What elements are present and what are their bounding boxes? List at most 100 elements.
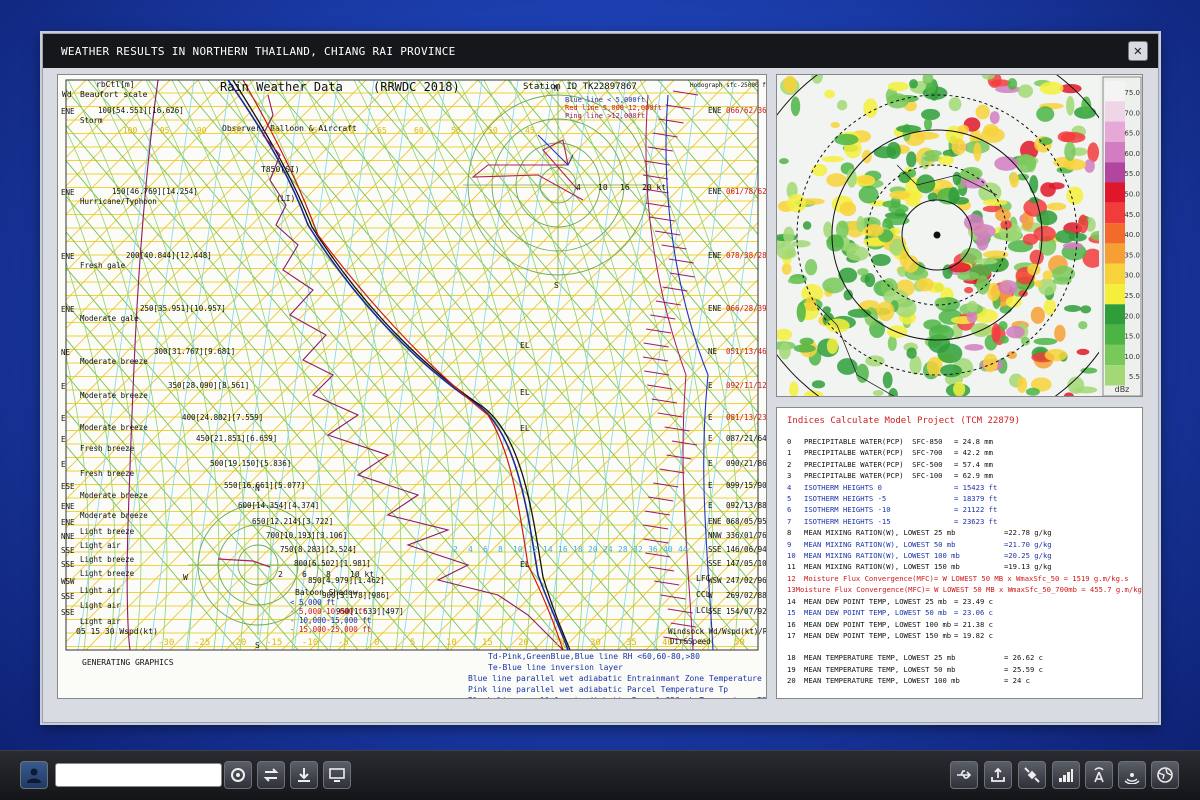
- temp-tick-bottom: -25: [194, 638, 210, 648]
- hodograph-n: N: [554, 84, 559, 93]
- scale-value: 75.0: [1124, 89, 1140, 97]
- radar-echo: [856, 215, 865, 233]
- radar-echo: [1017, 84, 1034, 98]
- indices-panel: Indices Calculate Model Project (TCM 228…: [776, 407, 1143, 699]
- scale-swatch: [1105, 182, 1125, 203]
- radar-echo: [1029, 249, 1044, 265]
- mixing-ratio-tick: 14: [543, 545, 553, 554]
- radar-echo: [790, 96, 801, 117]
- signal-bars-icon: [1059, 769, 1073, 782]
- target-button[interactable]: [224, 761, 252, 789]
- index-row: 14 MEAN DEW POINT TEMP, LOWEST 25 mb = 23.…: [787, 596, 1132, 607]
- shadow-legend: < 5,000 ft: [290, 598, 335, 607]
- usb-button[interactable]: [950, 761, 978, 789]
- sounding-marker: T850(SI): [261, 165, 300, 174]
- globe-button[interactable]: [1151, 761, 1179, 789]
- index-label: MEAN DEW POINT TEMP, LOWEST 25 mb: [804, 596, 947, 606]
- wind-direction-right: ENE: [708, 517, 722, 526]
- wind-barb: [655, 300, 681, 306]
- radar-echo: [1006, 325, 1025, 339]
- wind-value: 061/78/62: [726, 187, 767, 196]
- radar-echo: [973, 142, 982, 162]
- scale-swatch: [1105, 141, 1125, 163]
- wind-value: 090/21/86: [726, 459, 767, 468]
- radar-echo: [923, 117, 933, 131]
- pressure-level: 450[21.851][6.659]: [196, 434, 277, 443]
- radar-echo: [1066, 95, 1075, 116]
- beaufort-level: Moderate breeze: [80, 491, 148, 500]
- scale-swatch: [1105, 81, 1125, 102]
- index-row: 0 PRECIPITABLE WATER(PCP) SFC-850 = 24.8 m…: [787, 436, 1132, 447]
- radar-echo: [974, 258, 998, 265]
- wind-value: 066/28/39: [726, 304, 767, 313]
- radar-echo: [839, 201, 857, 217]
- user-button[interactable]: [20, 761, 48, 789]
- wind-direction-right: ENE: [708, 251, 722, 260]
- index-label: ISOTHERM HEIGHTS -10: [804, 505, 891, 515]
- wind-direction-left: SSE: [61, 608, 75, 617]
- main-window: WEATHER RESULTS IN NORTHERN THAILAND, CH…: [42, 33, 1159, 723]
- radar-echo: [1007, 78, 1018, 90]
- sounding-marker: EL: [520, 424, 530, 433]
- radar-echo: [791, 240, 811, 248]
- usb-icon: [957, 770, 972, 779]
- screen-button[interactable]: [323, 761, 351, 789]
- wind-direction-left: SSE: [61, 560, 75, 569]
- radar-echo: [823, 221, 833, 238]
- scale-swatch: [1105, 243, 1125, 264]
- radar-echo: [783, 75, 797, 94]
- close-button[interactable]: ✕: [1128, 41, 1148, 61]
- sounding-marker: (LI): [276, 194, 295, 203]
- mixing-ratio-tick: 32: [633, 545, 643, 554]
- search-input[interactable]: [55, 763, 222, 787]
- radar-echo: [796, 302, 806, 323]
- download-button[interactable]: [290, 761, 318, 789]
- radar-echo: [811, 380, 826, 389]
- satellite-button[interactable]: [1018, 761, 1046, 789]
- radar-echo: [951, 138, 966, 156]
- radar-echo: [940, 364, 963, 378]
- scale-value: 60.0: [1124, 150, 1140, 158]
- scale-value: 50.0: [1124, 191, 1140, 199]
- radar-echo: [982, 199, 1008, 206]
- temp-tick-bottom: 15: [482, 638, 493, 648]
- transfer-button[interactable]: [257, 761, 285, 789]
- index-value: =21.70 g/kg: [1004, 539, 1052, 549]
- wind-value: 081/13/23: [726, 413, 767, 422]
- wind-direction-right: ENE: [708, 187, 722, 196]
- wind-value: 147/05/100: [726, 559, 767, 568]
- scale-swatch: [1105, 365, 1125, 386]
- radar-echo: [964, 344, 984, 351]
- radar-echo: [778, 342, 791, 360]
- index-value: = 23623 ft: [954, 516, 998, 526]
- scale-value: 55.0: [1124, 170, 1140, 178]
- broadcast-button[interactable]: [1118, 761, 1146, 789]
- signal-button[interactable]: [1052, 761, 1080, 789]
- pressure-level: 500[19.150][5.836]: [210, 459, 291, 468]
- antenna-button[interactable]: [1085, 761, 1113, 789]
- upload-icon: [991, 767, 1005, 782]
- index-row: 9 MEAN MIXING RATION(W), LOWEST 50 mb =21.…: [787, 539, 1132, 550]
- radar-echo: [1051, 265, 1076, 282]
- radar-echo: [1025, 387, 1040, 396]
- index-row: 7 ISOTHERM HEIGHTS -15 = 23623 ft: [787, 516, 1132, 527]
- wind-value: 092/11/12: [726, 381, 767, 390]
- radar-echo: [1009, 172, 1020, 188]
- radar-echo: [1066, 186, 1084, 205]
- index-row: 1 PRECIPITALBE WATER(PCP) SFC-700 = 42.2 m…: [787, 447, 1132, 458]
- radar-echo: [948, 97, 962, 112]
- index-number: 15: [787, 608, 796, 618]
- pressure-level: 100[54.551][16.626]: [98, 106, 184, 115]
- radar-echo: [937, 343, 963, 364]
- skewt-title: Rain Weather Data: [220, 80, 343, 94]
- radar-echo: [1029, 175, 1039, 194]
- wind-value: 269/02/88: [726, 591, 767, 600]
- wind-value: 068/05/95: [726, 517, 767, 526]
- wind-direction-left: NE: [61, 348, 71, 357]
- corner-label: rbCtl[m]: [96, 80, 135, 89]
- radar-echo: [1076, 348, 1090, 356]
- index-label: MEAN DEW POINT TEMP, LOWEST 150 mb: [804, 630, 952, 640]
- radar-echo: [916, 174, 936, 194]
- radar-echo: [887, 81, 909, 92]
- upload-button[interactable]: [984, 761, 1012, 789]
